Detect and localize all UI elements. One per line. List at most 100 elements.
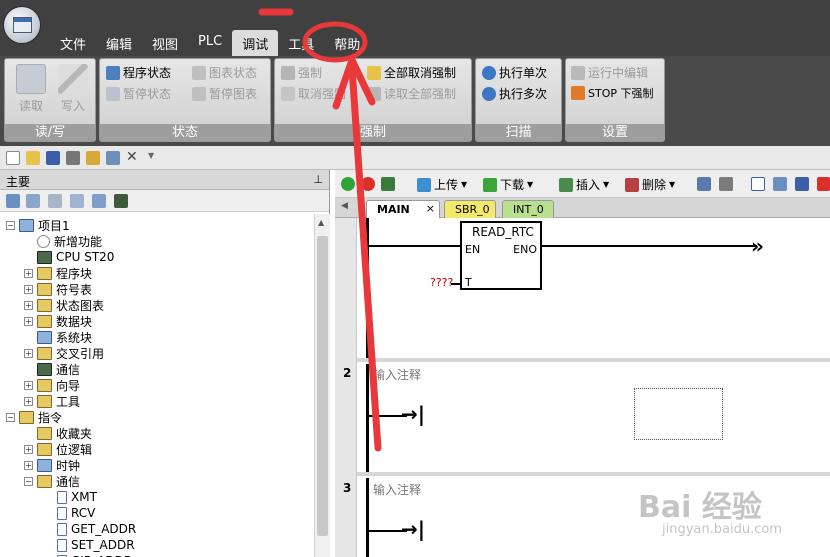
insert-dropdown-icon[interactable]: ▼ (603, 180, 609, 189)
toolbar-dropdown-icon[interactable]: ▼ (148, 151, 162, 165)
run-icon[interactable] (341, 177, 355, 191)
pin-icon[interactable]: ⊥ (313, 173, 323, 186)
menu-tab-plc[interactable]: PLC (188, 30, 232, 56)
insert-button[interactable]: 插入 ▼ (559, 176, 609, 193)
menu-tab-file[interactable]: 文件 (50, 30, 96, 56)
collapse-icon[interactable]: − (6, 412, 15, 422)
tab-close-icon[interactable]: × (426, 202, 435, 215)
new-file-icon[interactable] (6, 151, 20, 165)
network-icon-2[interactable] (719, 177, 733, 191)
delete-dropdown-icon[interactable]: ▼ (669, 180, 675, 189)
import-icon[interactable] (86, 151, 100, 165)
tree-item[interactable]: 新增功能 (24, 233, 102, 249)
expand-icon[interactable]: + (24, 284, 33, 294)
remove-icon[interactable] (817, 177, 830, 191)
network-icon-1[interactable] (697, 177, 711, 191)
tree-item[interactable]: XMT (42, 489, 97, 505)
read-all-forced-button[interactable]: 读取全部强制 (367, 85, 456, 102)
pause-chart-button[interactable]: 暂停图表 (192, 85, 257, 102)
expand-icon[interactable]: + (24, 444, 33, 454)
read-button[interactable]: 读取 (11, 64, 51, 114)
collapse-icon[interactable]: − (24, 476, 33, 486)
view-icon-2[interactable] (26, 194, 40, 208)
application-button[interactable] (3, 6, 41, 44)
tab-int0[interactable]: INT_0 (502, 200, 554, 218)
view-icon-3[interactable] (48, 194, 62, 208)
unforce-button[interactable]: 取消强制 (281, 85, 346, 102)
expand-icon[interactable]: + (24, 268, 33, 278)
open-folder-icon[interactable] (26, 151, 40, 165)
print-icon[interactable] (66, 151, 80, 165)
multi-scan-button[interactable]: 执行多次 (482, 85, 547, 102)
expand-icon[interactable]: + (24, 396, 33, 406)
download-dropdown-icon[interactable]: ▼ (527, 180, 533, 189)
tree-item[interactable]: 系统块 (24, 329, 92, 345)
expand-icon[interactable]: + (24, 460, 33, 470)
monitor-icon[interactable] (114, 194, 128, 208)
pause-status-button[interactable]: 暂停状态 (106, 85, 171, 102)
tab-scroll-left-icon[interactable]: ◀ (341, 201, 348, 211)
compile-icon[interactable] (381, 177, 395, 191)
rung3-comment[interactable]: 输入注释 (373, 481, 421, 498)
tree-item[interactable]: 通信 (24, 361, 80, 377)
edit-in-run-button[interactable]: 运行中编辑 (571, 64, 648, 81)
view-icon-5[interactable] (92, 194, 106, 208)
menu-tab-tools[interactable]: 工具 (278, 30, 324, 56)
goto-icon[interactable] (773, 177, 787, 191)
tree-item[interactable]: + 位逻辑 (24, 441, 92, 457)
upload-button[interactable]: 上传 ▼ (417, 176, 467, 193)
selection-box[interactable] (634, 388, 723, 440)
menu-tab-debug[interactable]: 调试 (232, 30, 279, 56)
rung2-comment[interactable]: 输入注释 (373, 366, 421, 383)
tree-item[interactable]: + 数据块 (24, 313, 92, 329)
collapse-icon[interactable]: − (6, 220, 15, 230)
chart-status-button[interactable]: 图表状态 (192, 64, 257, 81)
menu-tab-view[interactable]: 视图 (142, 30, 188, 56)
expand-icon[interactable]: + (24, 316, 33, 326)
view-icon-4[interactable] (70, 194, 84, 208)
bookmark-icon[interactable] (795, 177, 809, 191)
tree-item[interactable]: + 状态图表 (24, 297, 104, 313)
tree-item[interactable]: SET_ADDR (42, 537, 135, 553)
t-parameter-value[interactable]: ???? (430, 276, 453, 289)
tree-item[interactable]: + 交叉引用 (24, 345, 104, 361)
close-icon[interactable]: ✕ (126, 150, 140, 165)
save-icon[interactable] (46, 151, 60, 165)
scrollbar-thumb[interactable] (317, 236, 328, 536)
download-button[interactable]: 下载 ▼ (483, 176, 533, 193)
read-rtc-block[interactable]: READ_RTC EN ENO T (460, 221, 542, 290)
unforce-all-button[interactable]: 全部取消强制 (367, 64, 456, 81)
tree-item[interactable]: GIP_ADDR (42, 553, 132, 557)
stop-force-button[interactable]: STOP 下强制 (571, 85, 654, 101)
single-scan-button[interactable]: 执行单次 (482, 64, 547, 81)
scroll-up-icon[interactable]: ▲ (318, 218, 324, 227)
export-icon[interactable] (106, 151, 120, 165)
expand-icon[interactable]: + (24, 380, 33, 390)
force-button[interactable]: 强制 (281, 64, 322, 81)
tree-item[interactable]: CPU ST20 (24, 249, 114, 265)
tree-item[interactable]: RCV (42, 505, 95, 521)
tree-scrollbar[interactable]: ▲ (314, 214, 330, 557)
delete-button[interactable]: 删除 ▼ (625, 176, 675, 193)
tree-item[interactable]: + 程序块 (24, 265, 92, 281)
view-icon-1[interactable] (6, 194, 20, 208)
expand-icon[interactable]: + (24, 300, 33, 310)
write-button[interactable]: 写入 (53, 64, 93, 114)
tree-item[interactable]: − 通信 (24, 473, 80, 489)
menu-tab-help[interactable]: 帮助 (324, 30, 370, 56)
tree-item[interactable]: 收藏夹 (24, 425, 92, 441)
tree-item[interactable]: + 时钟 (24, 457, 80, 473)
tab-main[interactable]: MAIN × (366, 200, 440, 218)
tab-sbr0[interactable]: SBR_0 (444, 200, 496, 218)
tree-item[interactable]: + 工具 (24, 393, 80, 409)
menu-tab-edit[interactable]: 编辑 (96, 30, 142, 56)
stop-icon[interactable] (361, 177, 375, 191)
upload-dropdown-icon[interactable]: ▼ (461, 180, 467, 189)
program-status-button[interactable]: 程序状态 (106, 64, 171, 81)
box-icon[interactable] (751, 177, 765, 191)
tree-item[interactable]: GET_ADDR (42, 521, 136, 537)
tree-item[interactable]: + 符号表 (24, 281, 92, 297)
tree-item[interactable]: − 指令 (6, 409, 62, 425)
expand-icon[interactable]: + (24, 348, 33, 358)
tree-item[interactable]: + 向导 (24, 377, 80, 393)
